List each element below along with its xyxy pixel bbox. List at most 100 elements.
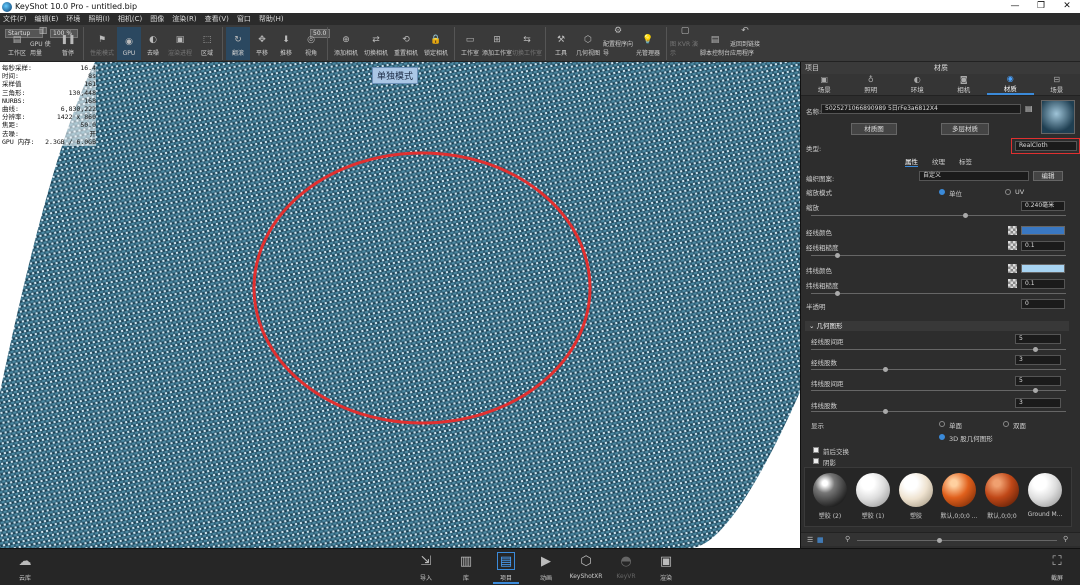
material-thumbnail[interactable]: Ground M...	[1026, 473, 1064, 518]
cloud-library-button[interactable]: ☁ 云库	[12, 552, 38, 583]
thumbnail-size-knob[interactable]	[937, 538, 942, 543]
toolbar-button-gpu-usage[interactable]: ▥ GPU 使用量	[30, 26, 56, 60]
toolbar-button-fov[interactable]: ◎ 视角	[298, 27, 324, 60]
toolbar-button-light-manager[interactable]: 💡 光管理器	[633, 27, 663, 60]
warp-spacing-slider[interactable]	[811, 349, 1066, 350]
subtab-textures[interactable]: 纹理	[932, 156, 945, 167]
warp-count-slider[interactable]	[811, 369, 1066, 370]
pattern-edit-button[interactable]: 编辑	[1033, 171, 1063, 181]
weft-count-slider[interactable]	[811, 411, 1066, 412]
geometry-section-header[interactable]: ⌄ 几何图形	[805, 321, 1069, 331]
material-thumbnail[interactable]: 塑胶 (2)	[811, 473, 849, 520]
toolbar-button-add-camera[interactable]: ⊕ 添加相机	[331, 27, 361, 60]
weft-count-knob[interactable]	[883, 409, 888, 414]
weft-roughness-knob[interactable]	[835, 291, 840, 296]
toolbar-button-configurator[interactable]: ⚙ 配置程序向导	[603, 26, 633, 60]
toolbar-button-studio[interactable]: ▭ 工作室	[458, 27, 482, 60]
toolbar-button-render-process[interactable]: ▣ 渲染进程	[165, 27, 195, 60]
weft-color-swatch[interactable]	[1021, 264, 1065, 273]
bottom-nav-keyvr[interactable]: ◓ KeyVR	[613, 552, 639, 581]
warp-spacing-knob[interactable]	[1033, 347, 1038, 352]
subtab-properties[interactable]: 属性	[905, 156, 918, 167]
zoom-out-icon[interactable]: ⚲	[845, 535, 850, 543]
menu-environment[interactable]: 环境	[66, 14, 80, 24]
bottom-nav-library[interactable]: ▥ 库	[453, 552, 479, 583]
material-thumbnail[interactable]: 默认,0;0;0 ...	[940, 473, 978, 520]
grid-view-icon[interactable]: ▦	[817, 536, 824, 544]
material-thumbnail[interactable]: 默认,0;0;0	[983, 473, 1021, 520]
toolbar-button-workspace[interactable]: ▤ 工作区	[4, 27, 30, 60]
weft-spacing-input[interactable]: 5	[1015, 376, 1061, 386]
toolbar-button-denoise[interactable]: ◐ 去噪	[141, 27, 165, 60]
toolbar-button-switch-camera[interactable]: ⇄ 切换相机	[361, 27, 391, 60]
toolbar-button-kvr[interactable]: ▢ 图 KVR 演示	[670, 26, 700, 60]
toolbar-button-switch-studio[interactable]: ⇆ 切换工作室	[512, 27, 542, 60]
weft-spacing-knob[interactable]	[1033, 388, 1038, 393]
panel-tab-lighting[interactable]: ♁ 照明	[848, 74, 895, 95]
multi-layer-button[interactable]: 多层材质	[941, 123, 989, 135]
weft-roughness-input[interactable]: 0.1	[1021, 279, 1065, 289]
panel-tab-environment[interactable]: ◐ 环境	[894, 74, 941, 95]
panel-tab-scene[interactable]: ▣ 场景	[801, 74, 848, 95]
weft-roughness-slider[interactable]	[811, 293, 1066, 294]
menu-window[interactable]: 窗口	[237, 14, 251, 24]
panel-tab-camera[interactable]: ◙ 相机	[941, 74, 988, 95]
minimize-icon[interactable]: —	[1002, 0, 1028, 13]
scale-slider[interactable]	[811, 215, 1066, 216]
weft-spacing-slider[interactable]	[811, 390, 1066, 391]
panel-tab-scene-tree[interactable]: ⊟ 场景	[1034, 74, 1080, 95]
material-thumbnail[interactable]: 塑胶 (1)	[854, 473, 892, 520]
toolbar-button-reset-camera[interactable]: ⟲ 重置相机	[391, 27, 421, 60]
zoom-in-icon[interactable]: ⚲	[1063, 535, 1068, 543]
close-icon[interactable]: ✕	[1054, 0, 1080, 13]
weft-count-input[interactable]: 3	[1015, 398, 1061, 408]
toolbar-button-pause[interactable]: ❚❚ 暂停	[56, 27, 80, 60]
toolbar-button-region[interactable]: ⬚ 区域	[195, 27, 219, 60]
menu-view[interactable]: 查看(V)	[205, 14, 229, 24]
material-name-input[interactable]: 5025271066890989 5日rFe3a6812X4	[821, 104, 1021, 114]
toolbar-button-geometry-view[interactable]: ⬡ 几何视图	[573, 27, 603, 60]
warp-count-input[interactable]: 3	[1015, 355, 1061, 365]
material-preview[interactable]	[1041, 100, 1075, 134]
pattern-select[interactable]: 自定义	[919, 171, 1029, 181]
toolbar-button-tumble[interactable]: ↻ 翻滚	[226, 27, 250, 60]
save-material-icon[interactable]: ▤	[1025, 104, 1033, 113]
bottom-nav-import[interactable]: ⇲ 导入	[413, 552, 439, 583]
toolbar-button-script-console[interactable]: ▤ 脚本控制台	[700, 27, 730, 60]
menu-file[interactable]: 文件(F)	[3, 14, 27, 24]
weft-roughness-texture-icon[interactable]	[1008, 279, 1017, 288]
translucency-input[interactable]: 0	[1021, 299, 1065, 309]
screenshot-button[interactable]: ⛶ 截屏	[1044, 552, 1070, 583]
toolbar-button-dolly[interactable]: ⬇ 推移	[274, 27, 298, 60]
bottom-nav-project[interactable]: ▤ 项目	[493, 552, 519, 584]
toolbar-button-performance[interactable]: ⚑ 性能模式	[87, 27, 117, 60]
material-thumbnail[interactable]: 塑胶	[897, 473, 935, 520]
scale-slider-knob[interactable]	[963, 213, 968, 218]
thumbnail-size-slider[interactable]	[857, 540, 1057, 541]
display-single-radio[interactable]	[939, 421, 945, 427]
bottom-nav-render[interactable]: ▣ 渲染	[653, 552, 679, 583]
warp-roughness-knob[interactable]	[835, 253, 840, 258]
menu-render[interactable]: 渲染(R)	[172, 14, 196, 24]
toolbar-button-return-link[interactable]: ↶ 返回到链接应用程序	[730, 26, 760, 60]
bottom-nav-keyshotxr[interactable]: ⬡ KeyShotXR	[570, 552, 603, 581]
menu-edit[interactable]: 编辑(E)	[35, 14, 59, 24]
display-double-radio[interactable]	[1003, 421, 1009, 427]
shadow-checkbox[interactable]	[813, 458, 819, 464]
warp-spacing-input[interactable]: 5	[1015, 334, 1061, 344]
toolbar-button-pan[interactable]: ✥ 平移	[250, 27, 274, 60]
toolbar-button-gpu[interactable]: ◉ GPU	[117, 27, 141, 60]
material-graph-button[interactable]: 材质图	[851, 123, 897, 135]
backface-checkbox[interactable]	[813, 447, 819, 453]
toolbar-button-lock-camera[interactable]: 🔒 锁定相机	[421, 27, 451, 60]
warp-count-knob[interactable]	[883, 367, 888, 372]
panel-tab-material[interactable]: ◉ 材质	[987, 74, 1034, 95]
menu-help[interactable]: 帮助(H)	[259, 14, 284, 24]
render-viewport[interactable]: 每秒采样: 16.4 时间: 8s 采样值 161 三角形: 130,448 NURBS: 168…	[0, 62, 800, 548]
scale-mode-uv-radio[interactable]	[1005, 189, 1011, 195]
warp-roughness-texture-icon[interactable]	[1008, 241, 1017, 250]
scale-input[interactable]: 0.240毫米	[1021, 201, 1065, 211]
restore-icon[interactable]: ❐	[1028, 0, 1054, 13]
toolbar-button-tools[interactable]: ⚒ 工具	[549, 27, 573, 60]
scale-mode-unit-radio[interactable]	[939, 189, 945, 195]
